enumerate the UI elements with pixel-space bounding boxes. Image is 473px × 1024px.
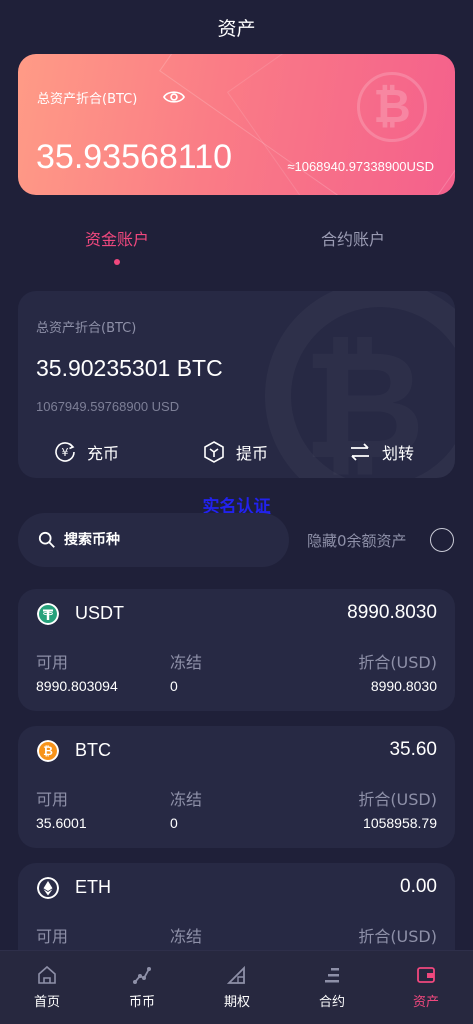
withdraw-icon xyxy=(204,441,224,463)
options-icon xyxy=(227,965,245,984)
hide-zero-toggle[interactable] xyxy=(430,528,454,552)
account-assets-value: 35.90235301 BTC xyxy=(36,355,223,381)
available-header: 可用 xyxy=(36,653,69,672)
hide-zero-label: 隐藏0余额资产 xyxy=(307,532,407,550)
transfer-label: 划转 xyxy=(382,444,415,463)
nav-label: 合约 xyxy=(318,995,345,1010)
available-value: 35.6001 xyxy=(36,815,87,831)
funding-account-card: ₿ 总资产折合(BTC) 35.90235301 BTC 1067949.597… xyxy=(18,291,455,478)
active-tab-indicator xyxy=(114,259,120,265)
contract-icon xyxy=(325,968,339,983)
total-assets-card: ₿ 总资产折合(BTC) 35.93568110 ≈1068940.973389… xyxy=(18,54,455,195)
deposit-icon: ¥ xyxy=(55,442,75,462)
frozen-header: 冻结 xyxy=(170,790,203,809)
tab-contract-account[interactable]: 合约账户 xyxy=(321,226,385,250)
tab-funding-account[interactable]: 资金账户 xyxy=(85,226,149,250)
available-value: 8990.803094 xyxy=(36,678,118,694)
coin-symbol: USDT xyxy=(75,603,124,623)
available-header: 可用 xyxy=(36,927,69,946)
bitcoin-icon: ₿ xyxy=(37,740,59,762)
nav-item-options[interactable]: 期权 xyxy=(190,951,284,1024)
deposit-button[interactable]: ¥ 充币 xyxy=(53,439,119,465)
eye-icon[interactable] xyxy=(163,89,185,105)
nav-label: 期权 xyxy=(223,995,250,1010)
available-header: 可用 xyxy=(36,790,69,809)
transfer-icon xyxy=(351,443,369,461)
search-input[interactable] xyxy=(64,532,264,548)
total-assets-value: 35.93568110 xyxy=(36,138,233,176)
frozen-header: 冻结 xyxy=(170,653,203,672)
bitcoin-watermark-icon: ₿ xyxy=(357,72,427,142)
frozen-header: 冻结 xyxy=(170,927,203,946)
page-title: 资产 xyxy=(217,18,256,40)
frozen-value: 0 xyxy=(170,678,178,694)
ethereum-icon xyxy=(37,877,59,899)
transfer-button[interactable]: 划转 xyxy=(348,439,414,465)
search-icon xyxy=(38,531,55,548)
coin-total: 8990.8030 xyxy=(347,602,437,623)
nav-label: 首页 xyxy=(33,995,60,1010)
svg-text:¥: ¥ xyxy=(62,446,69,459)
converted-header: 折合(USD) xyxy=(358,927,437,946)
coin-symbol: ETH xyxy=(75,877,111,897)
nav-label: 币币 xyxy=(128,995,155,1010)
coin-card-btc[interactable]: ₿ BTC 35.60 可用 冻结 折合(USD) 35.6001 0 1058… xyxy=(18,726,455,848)
withdraw-label: 提币 xyxy=(236,444,269,463)
nav-item-spot[interactable]: 币币 xyxy=(95,951,189,1024)
deposit-label: 充币 xyxy=(87,444,120,463)
bottom-nav: 首页 币币 期权 合约 资产 xyxy=(0,950,473,1024)
account-assets-usd: 1067949.59768900 USD xyxy=(36,399,180,414)
withdraw-button[interactable]: 提币 xyxy=(202,439,268,465)
svg-text:₿: ₿ xyxy=(43,744,53,758)
home-icon xyxy=(38,965,56,984)
tether-icon xyxy=(37,603,59,625)
converted-header: 折合(USD) xyxy=(358,790,437,809)
nav-item-assets[interactable]: 资产 xyxy=(379,951,473,1024)
total-assets-usd: ≈1068940.97338900USD xyxy=(287,159,434,174)
frozen-value: 0 xyxy=(170,815,178,831)
spot-icon xyxy=(133,967,151,984)
total-assets-label: 总资产折合(BTC) xyxy=(37,92,138,107)
coin-total: 0.00 xyxy=(400,876,437,897)
converted-value: 1058958.79 xyxy=(363,815,437,831)
wallet-icon xyxy=(417,967,435,983)
account-assets-label: 总资产折合(BTC) xyxy=(36,321,137,336)
coin-search-box[interactable] xyxy=(18,513,289,567)
coin-card-usdt[interactable]: USDT 8990.8030 可用 冻结 折合(USD) 8990.803094… xyxy=(18,589,455,711)
nav-item-contract[interactable]: 合约 xyxy=(285,951,379,1024)
converted-value: 8990.8030 xyxy=(370,678,437,694)
account-tabs: 资金账户 合约账户 xyxy=(0,226,473,270)
converted-header: 折合(USD) xyxy=(358,653,437,672)
nav-label: 资产 xyxy=(412,995,439,1010)
nav-item-home[interactable]: 首页 xyxy=(0,951,94,1024)
coin-total: 35.60 xyxy=(389,739,437,760)
coin-symbol: BTC xyxy=(75,740,111,760)
